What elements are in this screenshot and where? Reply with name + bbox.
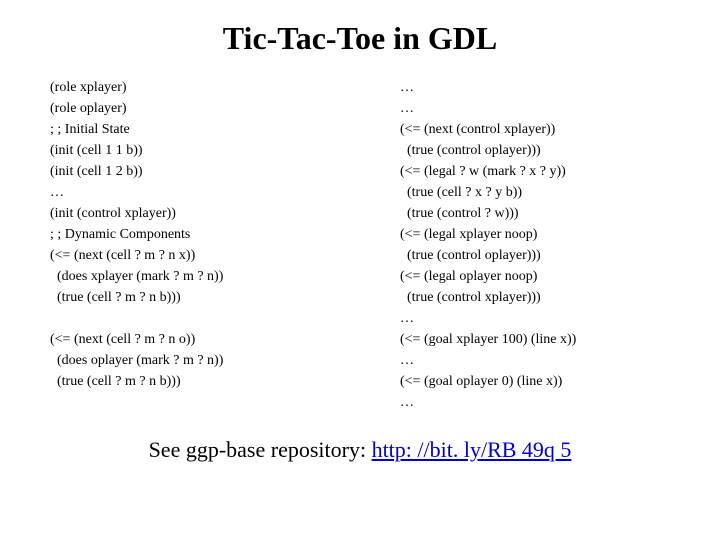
- code-line: (role xplayer): [50, 77, 320, 98]
- code-line: [50, 308, 320, 329]
- code-line: (true (cell ? x ? y b)): [400, 182, 670, 203]
- repo-link[interactable]: http: //bit. ly/RB 49q 5: [372, 437, 572, 462]
- code-line: (<= (next (cell ? m ? n o)): [50, 329, 320, 350]
- code-line: (init (cell 1 2 b)): [50, 161, 320, 182]
- code-line: (true (control xplayer))): [400, 287, 670, 308]
- code-line: …: [50, 182, 320, 203]
- code-line: (true (control oplayer))): [400, 140, 670, 161]
- code-line: ; ; Initial State: [50, 119, 320, 140]
- code-line: (true (cell ? m ? n b))): [50, 371, 320, 392]
- code-line: …: [400, 392, 670, 413]
- code-line: (<= (next (cell ? m ? n x)): [50, 245, 320, 266]
- code-line: (true (control oplayer))): [400, 245, 670, 266]
- code-line: (init (control xplayer)): [50, 203, 320, 224]
- left-column: (role xplayer) (role oplayer) ; ; Initia…: [50, 77, 320, 413]
- code-line: (<= (legal oplayer noop): [400, 266, 670, 287]
- footer-prefix: See ggp-base repository:: [149, 437, 372, 462]
- code-line: (does xplayer (mark ? m ? n)): [50, 266, 320, 287]
- code-line: …: [400, 98, 670, 119]
- code-line: (<= (next (control xplayer)): [400, 119, 670, 140]
- code-line: (<= (goal xplayer 100) (line x)): [400, 329, 670, 350]
- code-line: (<= (legal xplayer noop): [400, 224, 670, 245]
- code-line: (role oplayer): [50, 98, 320, 119]
- code-line: (true (cell ? m ? n b))): [50, 287, 320, 308]
- code-line: ; ; Dynamic Components: [50, 224, 320, 245]
- code-line: (init (cell 1 1 b)): [50, 140, 320, 161]
- code-line: (true (control ? w))): [400, 203, 670, 224]
- code-line: (<= (goal oplayer 0) (line x)): [400, 371, 670, 392]
- code-line: (<= (legal ? w (mark ? x ? y)): [400, 161, 670, 182]
- code-line: (does oplayer (mark ? m ? n)): [50, 350, 320, 371]
- code-line: …: [400, 77, 670, 98]
- code-columns: (role xplayer) (role oplayer) ; ; Initia…: [50, 77, 670, 413]
- page-title: Tic-Tac-Toe in GDL: [50, 20, 670, 57]
- footer: See ggp-base repository: http: //bit. ly…: [50, 437, 670, 463]
- code-line: …: [400, 350, 670, 371]
- code-line: …: [400, 308, 670, 329]
- right-column: … … (<= (next (control xplayer)) (true (…: [400, 77, 670, 413]
